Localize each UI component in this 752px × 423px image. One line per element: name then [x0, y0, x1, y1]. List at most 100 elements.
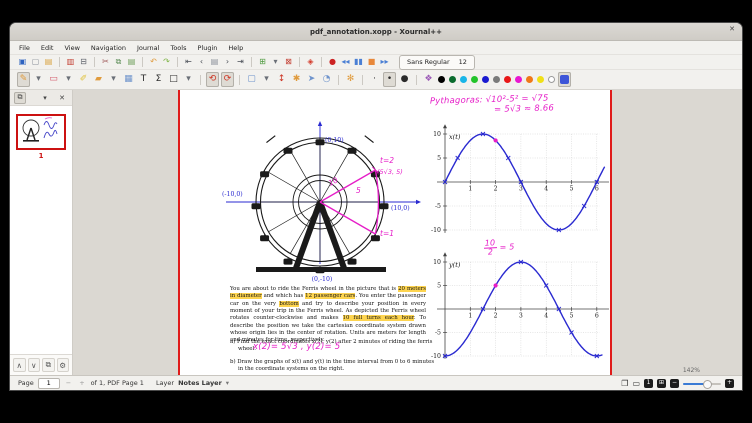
y-of-t-graph: 105-5-10123456y(t)t — [423, 235, 609, 359]
zoom-slider[interactable] — [683, 379, 721, 388]
dual-page-view-button[interactable]: ❐ — [621, 379, 628, 388]
color-magenta-button[interactable] — [515, 76, 522, 83]
color-red-button[interactable] — [504, 76, 511, 83]
layer-selector[interactable]: Notes Layer — [178, 379, 222, 387]
page-decrement-button[interactable]: − — [64, 379, 73, 387]
select-object-button[interactable]: ➤ — [305, 72, 318, 87]
delete-page-button[interactable]: ⊠ — [283, 57, 294, 68]
font-selector-button[interactable]: Sans Regular 12 — [399, 55, 475, 70]
export-pdf-button[interactable]: ▥ — [65, 57, 76, 68]
color-white-button[interactable] — [548, 76, 555, 83]
paste-button[interactable]: ▤ — [126, 57, 137, 68]
duplicate-page-button[interactable]: ⧉ — [42, 358, 55, 372]
undo-button[interactable]: ↶ — [148, 57, 159, 68]
last-page-button[interactable]: ⇥ — [235, 57, 246, 68]
draw-shape-button[interactable]: □ — [167, 72, 180, 87]
line-width-fine-button[interactable]: · — [368, 72, 381, 87]
single-page-badge-button[interactable]: 1 — [644, 379, 653, 388]
layer-dropdown-icon[interactable]: ▾ — [226, 379, 229, 387]
undo-icon: ↶ — [150, 58, 157, 66]
menu-plugin[interactable]: Plugin — [197, 44, 217, 52]
hand-tool-button[interactable]: ✱ — [290, 72, 303, 87]
current-color-button[interactable] — [558, 72, 571, 87]
first-page-button[interactable]: ⇤ — [183, 57, 194, 68]
new-page-after-button[interactable]: ⊞ — [257, 57, 268, 68]
fill-options-dropdown-button[interactable]: ▾ — [107, 72, 120, 87]
rewind-audio-button[interactable]: ◂◂ — [340, 57, 351, 68]
play-pause-audio-button[interactable]: ▮▮ — [353, 57, 364, 68]
menu-tools[interactable]: Tools — [170, 44, 186, 52]
line-width-thick-button[interactable]: ● — [398, 72, 411, 87]
color-black-button[interactable] — [438, 76, 445, 83]
pen-button[interactable]: ✎ — [17, 72, 30, 87]
fullscreen-button[interactable]: ◈ — [305, 57, 316, 68]
color-blue-button[interactable] — [482, 76, 489, 83]
snap-rotation-button[interactable]: ⟲ — [206, 72, 219, 87]
sidebar-collapse-button[interactable]: ▾ — [39, 92, 51, 104]
preview-settings-button[interactable]: ⚙ — [57, 358, 70, 372]
color-green-button[interactable] — [471, 76, 478, 83]
menu-file[interactable]: File — [19, 44, 30, 52]
menu-help[interactable]: Help — [228, 44, 243, 52]
fill-button[interactable]: ▰ — [92, 72, 105, 87]
color-yellow-button[interactable] — [537, 76, 544, 83]
new-page-dropdown-button[interactable]: ▾ — [270, 57, 281, 68]
page-increment-button[interactable]: + — [77, 379, 86, 387]
pdf-page[interactable]: (0,10)(-10,0)(10,0)(0,-10)105t=2(5√3, 5)… — [178, 90, 612, 375]
line-width-medium-button[interactable]: • — [383, 72, 396, 87]
menu-view[interactable]: View — [64, 44, 79, 52]
page-number-input[interactable] — [38, 378, 60, 389]
wheel-label-top: (0,10) — [325, 137, 344, 144]
zoom-in-button[interactable]: + — [725, 379, 734, 388]
preview-layout-button[interactable]: ⧉ — [14, 92, 26, 104]
pen-options-dropdown-button[interactable]: ▾ — [32, 72, 45, 87]
cut-button[interactable]: ✂ — [100, 57, 111, 68]
presentation-mode-button[interactable]: ▭ — [632, 379, 640, 388]
scroll-page-down-button[interactable]: ∨ — [28, 358, 41, 372]
save-button[interactable]: ▣ — [17, 57, 28, 68]
next-page-button[interactable]: › — [222, 57, 233, 68]
menu-edit[interactable]: Edit — [41, 44, 54, 52]
scroll-page-up-button[interactable]: ∧ — [13, 358, 26, 372]
delete-page-icon: ⊠ — [285, 58, 292, 66]
record-audio-button[interactable]: ● — [327, 57, 338, 68]
sidebar-close-button[interactable]: ✕ — [56, 92, 68, 104]
menu-navigation[interactable]: Navigation — [91, 44, 126, 52]
window-close-button[interactable]: ✕ — [729, 25, 735, 33]
select-pdf-text-button[interactable]: ◔ — [320, 72, 333, 87]
highlighter-button[interactable]: ✐ — [77, 72, 90, 87]
print-button[interactable]: ⊟ — [78, 57, 89, 68]
color-cyan-button[interactable] — [460, 76, 467, 83]
vertical-space-button[interactable]: ↕ — [275, 72, 288, 87]
insert-text-button[interactable]: T — [137, 72, 150, 87]
select-dropdown-button[interactable]: ▾ — [260, 72, 273, 87]
open-button[interactable]: ▤ — [43, 57, 54, 68]
color-chooser-button[interactable]: ❖ — [422, 72, 435, 87]
redo-button[interactable]: ↷ — [161, 57, 172, 68]
stop-audio-button[interactable]: ■ — [366, 57, 377, 68]
snap-grid-button[interactable]: ⟳ — [221, 72, 234, 87]
insert-image-button[interactable]: ▦ — [122, 72, 135, 87]
grid-layout-button[interactable]: ⊞ — [657, 379, 666, 388]
page-thumbnail[interactable] — [16, 114, 66, 150]
statusbar: Page − + of 1, PDF Page 1 Layer Notes La… — [10, 375, 742, 390]
color-orange-button[interactable] — [526, 76, 533, 83]
copy-button[interactable]: ⧉ — [113, 57, 124, 68]
color-gray-button[interactable] — [493, 76, 500, 83]
document-canvas[interactable]: (0,10)(-10,0)(10,0)(0,-10)105t=2(5√3, 5)… — [73, 90, 742, 375]
eraser-button[interactable]: ▭ — [47, 72, 60, 87]
forward-audio-button[interactable]: ▸▸ — [379, 57, 390, 68]
eraser-options-dropdown-button[interactable]: ▾ — [62, 72, 75, 87]
zoom-slider-knob[interactable] — [703, 380, 712, 389]
previous-page-button[interactable]: ‹ — [196, 57, 207, 68]
insert-latex-button[interactable]: Σ — [152, 72, 165, 87]
select-rectangle-button[interactable]: ▢ — [245, 72, 258, 87]
menu-journal[interactable]: Journal — [137, 44, 159, 52]
draw-shape-dropdown-button[interactable]: ▾ — [182, 72, 195, 87]
zoom-out-button[interactable]: − — [670, 379, 679, 388]
titlebar[interactable]: pdf_annotation.xopp - Xournal++ ✕ — [10, 23, 742, 41]
new-document-button[interactable]: ▢ — [30, 57, 41, 68]
shape-recognizer-button[interactable]: ✻ — [344, 72, 357, 87]
goto-page-button[interactable]: ▤ — [209, 57, 220, 68]
color-dark-green-button[interactable] — [449, 76, 456, 83]
